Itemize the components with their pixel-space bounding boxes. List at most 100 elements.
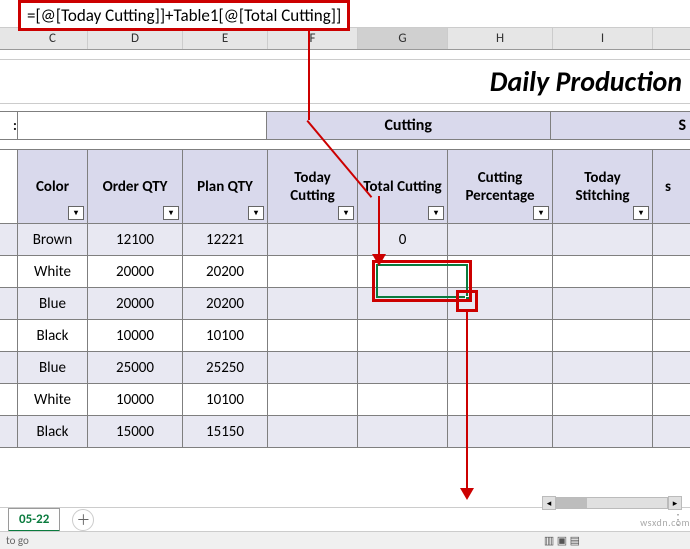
col-header-c[interactable]: C xyxy=(18,28,88,49)
cell-partial[interactable] xyxy=(653,384,683,415)
scroll-track[interactable] xyxy=(556,497,668,509)
cell-today-cutting[interactable] xyxy=(268,352,358,383)
cell-today-stitching[interactable] xyxy=(553,416,653,447)
sheet-tab-active[interactable]: 05-22 xyxy=(8,508,60,532)
cell-color[interactable]: White xyxy=(18,384,88,415)
cell-cutting-percentage[interactable] xyxy=(448,352,553,383)
header-cutting-percentage-label: Cutting Percentage xyxy=(452,169,548,205)
cell-today-stitching[interactable] xyxy=(553,256,653,287)
cell-color[interactable]: Blue xyxy=(18,352,88,383)
add-sheet-button[interactable]: ＋ xyxy=(72,509,94,531)
spacer-row xyxy=(0,50,690,60)
cell-cutting-percentage[interactable] xyxy=(448,320,553,351)
formula-text[interactable]: =[@[Today Cutting]]+Table1[@[Total Cutti… xyxy=(18,0,350,31)
cell-today-cutting[interactable] xyxy=(268,320,358,351)
cell-total-cutting[interactable] xyxy=(358,256,448,287)
group-header-row: : Cutting S xyxy=(0,112,690,140)
cell-color[interactable]: Black xyxy=(18,416,88,447)
header-total-cutting-label: Total Cutting xyxy=(363,178,441,196)
cell-order-qty[interactable]: 20000 xyxy=(88,256,183,287)
cell-total-cutting[interactable] xyxy=(358,416,448,447)
cell-color[interactable]: Brown xyxy=(18,224,88,255)
cell-partial[interactable] xyxy=(653,352,683,383)
cell-plan-qty[interactable]: 25250 xyxy=(183,352,268,383)
cell-total-cutting[interactable] xyxy=(358,288,448,319)
cell-cutting-percentage[interactable] xyxy=(448,416,553,447)
col-header-i[interactable]: I xyxy=(553,28,653,49)
cell-order-qty[interactable]: 25000 xyxy=(88,352,183,383)
filter-button[interactable]: ▾ xyxy=(533,206,549,220)
cell-cutting-percentage[interactable] xyxy=(448,384,553,415)
view-mode-icons[interactable]: ▥ ▣ ▤ xyxy=(544,534,580,547)
row-gutter xyxy=(0,320,18,351)
cell-today-cutting[interactable] xyxy=(268,288,358,319)
fill-handle[interactable] xyxy=(465,296,471,302)
col-header-g[interactable]: G xyxy=(358,28,448,49)
header-plan-qty: Plan QTY ▾ xyxy=(183,150,268,223)
cell-today-cutting[interactable] xyxy=(268,256,358,287)
group-blank xyxy=(18,112,267,139)
cell-color[interactable]: Black xyxy=(18,320,88,351)
cell-cutting-percentage[interactable] xyxy=(448,288,553,319)
scroll-left-button[interactable]: ◂ xyxy=(542,496,556,510)
header-color-label: Color xyxy=(36,178,69,196)
header-today-cutting-label: Today Cutting xyxy=(272,169,353,205)
cell-partial[interactable] xyxy=(653,288,683,319)
scroll-right-button[interactable]: ▸ xyxy=(668,496,682,510)
cell-plan-qty[interactable]: 15150 xyxy=(183,416,268,447)
cell-today-cutting[interactable] xyxy=(268,416,358,447)
filter-button[interactable]: ▾ xyxy=(338,206,354,220)
cell-cutting-percentage[interactable] xyxy=(448,224,553,255)
filter-button[interactable]: ▾ xyxy=(248,206,264,220)
filter-button[interactable]: ▾ xyxy=(428,206,444,220)
col-header-d[interactable]: D xyxy=(88,28,183,49)
filter-button[interactable]: ▾ xyxy=(633,206,649,220)
cell-today-stitching[interactable] xyxy=(553,384,653,415)
cell-order-qty[interactable]: 15000 xyxy=(88,416,183,447)
cell-partial[interactable] xyxy=(653,416,683,447)
cell-plan-qty[interactable]: 10100 xyxy=(183,320,268,351)
table-row: Black1500015150 xyxy=(0,416,690,448)
cell-today-stitching[interactable] xyxy=(553,320,653,351)
col-header-h[interactable]: H xyxy=(448,28,553,49)
cell-order-qty[interactable]: 12100 xyxy=(88,224,183,255)
table-row: White1000010100 xyxy=(0,384,690,416)
filter-button[interactable]: ▾ xyxy=(163,206,179,220)
cell-order-qty[interactable]: 20000 xyxy=(88,288,183,319)
cell-color[interactable]: Blue xyxy=(18,288,88,319)
col-header-e[interactable]: E xyxy=(183,28,268,49)
cell-total-cutting[interactable]: 0 xyxy=(358,224,448,255)
filter-button[interactable]: ▾ xyxy=(68,206,84,220)
header-today-stitching: Today Stitching ▾ xyxy=(553,150,653,223)
cell-total-cutting[interactable] xyxy=(358,352,448,383)
cell-today-stitching[interactable] xyxy=(553,288,653,319)
header-plan-qty-label: Plan QTY xyxy=(197,178,253,196)
cell-today-stitching[interactable] xyxy=(553,224,653,255)
cell-order-qty[interactable]: 10000 xyxy=(88,320,183,351)
formula-bar[interactable]: =[@[Today Cutting]]+Table1[@[Total Cutti… xyxy=(0,0,690,28)
cell-partial[interactable] xyxy=(653,256,683,287)
cell-today-cutting[interactable] xyxy=(268,224,358,255)
row-gutter xyxy=(0,352,18,383)
status-bar: to go xyxy=(0,531,690,549)
cell-total-cutting[interactable] xyxy=(358,384,448,415)
horizontal-scrollbar[interactable]: ◂ ▸ xyxy=(542,495,682,511)
cell-cutting-percentage[interactable] xyxy=(448,256,553,287)
col-header-f[interactable]: F xyxy=(268,28,358,49)
row-gutter xyxy=(0,384,18,415)
cell-plan-qty[interactable]: 12221 xyxy=(183,224,268,255)
callout-arrow-head xyxy=(460,488,474,500)
scroll-thumb[interactable] xyxy=(557,498,587,508)
cell-today-stitching[interactable] xyxy=(553,352,653,383)
cell-partial[interactable] xyxy=(653,320,683,351)
header-today-stitching-label: Today Stitching xyxy=(557,169,648,205)
group-stitching: S xyxy=(551,112,690,139)
cell-partial[interactable] xyxy=(653,224,683,255)
cell-order-qty[interactable]: 10000 xyxy=(88,384,183,415)
cell-plan-qty[interactable]: 20200 xyxy=(183,256,268,287)
cell-color[interactable]: White xyxy=(18,256,88,287)
cell-plan-qty[interactable]: 20200 xyxy=(183,288,268,319)
cell-total-cutting[interactable] xyxy=(358,320,448,351)
cell-plan-qty[interactable]: 10100 xyxy=(183,384,268,415)
cell-today-cutting[interactable] xyxy=(268,384,358,415)
